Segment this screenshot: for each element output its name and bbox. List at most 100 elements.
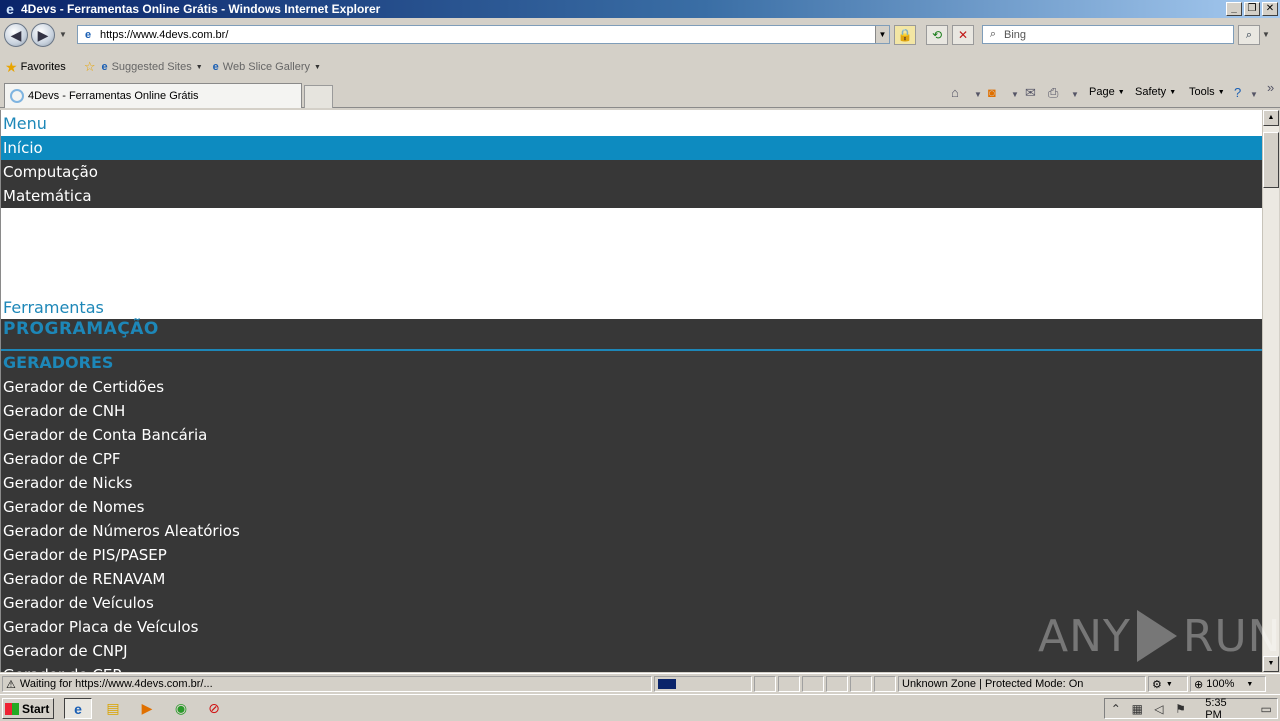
new-tab-button[interactable] — [304, 85, 333, 108]
address-bar[interactable]: e https://www.4devs.com.br/ ▼ — [77, 25, 890, 44]
favorites-bar: ★ Favorites ☆ e Suggested Sites ▼ e Web … — [0, 54, 1280, 80]
section-heading-programacao[interactable]: PROGRAMAÇÃO — [3, 319, 159, 339]
window-titlebar: e 4Devs - Ferramentas Online Grátis - Wi… — [0, 0, 1280, 18]
menu-item-computacao[interactable]: Computação — [1, 160, 1262, 184]
page-menu[interactable]: Page ▼ — [1089, 86, 1125, 98]
status-bar: ⚠ Waiting for https://www.4devs.com.br/.… — [0, 673, 1280, 693]
security-icon: ⚙ — [1152, 678, 1162, 691]
home-icon[interactable]: ⌂ — [951, 85, 959, 100]
status-text: Waiting for https://www.4devs.com.br/... — [19, 678, 213, 690]
address-url[interactable]: https://www.4devs.com.br/ — [100, 29, 875, 41]
section-divider — [1, 349, 1262, 351]
refresh-button[interactable]: ⟲ — [926, 25, 948, 45]
add-to-favorites-bar-icon[interactable]: ☆ — [84, 59, 96, 75]
ie-page-icon: e — [101, 61, 108, 73]
chevron-down-icon: ▼ — [1246, 680, 1254, 688]
list-item[interactable]: Gerador de Nicks — [1, 471, 1262, 495]
list-item[interactable]: Gerador de PIS/PASEP — [1, 543, 1262, 567]
list-item[interactable]: Gerador de Nomes — [1, 495, 1262, 519]
tray-expand-icon[interactable]: ⌃ — [1105, 702, 1127, 716]
subsection-heading-geradores[interactable]: GERADORES — [3, 353, 113, 372]
stop-button[interactable]: ✕ — [952, 25, 974, 45]
taskbar-ie-icon[interactable]: e — [64, 698, 92, 719]
tab-4devs[interactable]: 4Devs - Ferramentas Online Grátis — [4, 83, 302, 108]
chevron-down-icon[interactable]: ▼ — [974, 90, 982, 99]
taskbar-stop-icon[interactable]: ⊘ — [200, 698, 228, 719]
start-button[interactable]: Start — [2, 698, 54, 719]
menu-heading: Menu — [3, 114, 47, 133]
tools-menu[interactable]: Tools ▼ — [1189, 86, 1225, 98]
address-toolbar: ◀ ▶ ▼ e https://www.4devs.com.br/ ▼ 🔒 ⟲ … — [0, 18, 1280, 54]
status-cell — [802, 676, 824, 692]
list-item[interactable]: Gerador de CEP — [1, 663, 1262, 672]
help-icon[interactable]: ? — [1234, 85, 1241, 100]
chevron-down-icon: ▼ — [1169, 88, 1177, 96]
loading-icon — [10, 89, 24, 103]
clock[interactable]: 5:35 PM — [1205, 697, 1245, 721]
print-icon[interactable]: ⎙ — [1048, 85, 1058, 101]
tools-menu-label: Tools — [1189, 86, 1215, 98]
search-button[interactable]: ⌕ — [1238, 25, 1260, 45]
status-cell — [754, 676, 776, 692]
minimize-button[interactable]: _ — [1226, 2, 1242, 16]
action-center-flag-icon[interactable]: ⚑ — [1170, 702, 1192, 716]
safety-menu[interactable]: Safety ▼ — [1135, 86, 1176, 98]
search-options-dropdown-icon[interactable]: ▼ — [1262, 30, 1270, 39]
address-dropdown-icon[interactable]: ▼ — [875, 26, 889, 43]
list-item[interactable]: Gerador de Certidões — [1, 375, 1262, 399]
anyrun-watermark: ANY RUN — [1038, 610, 1280, 662]
lock-icon[interactable]: 🔒 — [894, 25, 916, 45]
status-cell — [874, 676, 896, 692]
taskbar-explorer-icon[interactable]: ▤ — [99, 698, 127, 719]
feeds-icon[interactable]: ◙ — [988, 85, 996, 100]
favorites-star-icon[interactable]: ★ — [5, 59, 18, 76]
zone-cell[interactable]: Unknown Zone | Protected Mode: On — [898, 676, 1146, 692]
forward-button[interactable]: ▶ — [31, 23, 55, 47]
zone-text: Unknown Zone | Protected Mode: On — [902, 678, 1084, 690]
chevron-down-icon[interactable]: ▼ — [1250, 90, 1258, 99]
list-item[interactable]: Gerador de CPF — [1, 447, 1262, 471]
chevron-down-icon[interactable]: ▼ — [1071, 90, 1079, 99]
close-button[interactable]: ✕ — [1262, 2, 1278, 16]
system-tray: ⌃ ▦ ◁ ⚑ 5:35 PM ▭ — [1104, 697, 1278, 721]
toolbar-overflow-icon[interactable]: » — [1267, 80, 1274, 95]
chevron-down-icon: ▼ — [1217, 88, 1225, 96]
status-cell — [850, 676, 872, 692]
list-item[interactable]: Gerador de Números Aleatórios — [1, 519, 1262, 543]
recent-pages-dropdown-icon[interactable]: ▼ — [59, 30, 67, 39]
menu-item-inicio[interactable]: Início — [1, 136, 1262, 160]
mail-icon[interactable]: ✉ — [1025, 85, 1036, 101]
scroll-up-icon[interactable]: ▲ — [1263, 110, 1279, 126]
maximize-button[interactable]: ❐ — [1244, 2, 1260, 16]
chevron-down-icon: ▼ — [314, 63, 321, 71]
favorites-button[interactable]: Favorites — [21, 61, 66, 73]
chevron-down-icon[interactable]: ▼ — [1011, 90, 1019, 99]
menu-item-matematica[interactable]: Matemática — [1, 184, 1262, 208]
status-cell — [826, 676, 848, 692]
network-icon[interactable]: ▦ — [1127, 702, 1149, 716]
tab-label: 4Devs - Ferramentas Online Grátis — [28, 90, 199, 102]
taskbar: Start e ▤ ▶ ◉ ⊘ ⌃ ▦ ◁ ⚑ 5:35 PM ▭ — [0, 694, 1280, 721]
scroll-thumb[interactable] — [1263, 132, 1279, 188]
list-item[interactable]: Gerador de Conta Bancária — [1, 423, 1262, 447]
vertical-scrollbar[interactable]: ▲ ▼ — [1262, 110, 1279, 672]
list-item[interactable]: Gerador de CNH — [1, 399, 1262, 423]
favorites-item-web-slice-gallery[interactable]: e Web Slice Gallery ▼ — [213, 61, 321, 73]
favorites-item-label: Suggested Sites — [111, 61, 192, 73]
taskbar-chrome-icon[interactable]: ◉ — [167, 698, 195, 719]
protected-mode-cell[interactable]: ⚙ ▼ — [1148, 676, 1188, 692]
progress-bar — [658, 679, 676, 689]
zoom-level: 100% — [1206, 678, 1235, 690]
back-button[interactable]: ◀ — [4, 23, 28, 47]
warning-icon: ⚠ — [6, 678, 16, 691]
safety-menu-label: Safety — [1135, 86, 1167, 98]
favorites-item-suggested-sites[interactable]: e Suggested Sites ▼ — [101, 61, 202, 73]
taskbar-media-player-icon[interactable]: ▶ — [133, 698, 161, 719]
show-desktop-icon[interactable]: ▭ — [1255, 702, 1277, 716]
volume-icon[interactable]: ◁ — [1148, 702, 1170, 716]
zoom-cell[interactable]: ⊕ 100% ▼ — [1190, 676, 1266, 692]
list-item[interactable]: Gerador de RENAVAM — [1, 567, 1262, 591]
progress-cell — [654, 676, 752, 692]
search-input[interactable]: ⌕ Bing — [982, 25, 1234, 44]
status-text-cell: ⚠ Waiting for https://www.4devs.com.br/.… — [2, 676, 652, 692]
